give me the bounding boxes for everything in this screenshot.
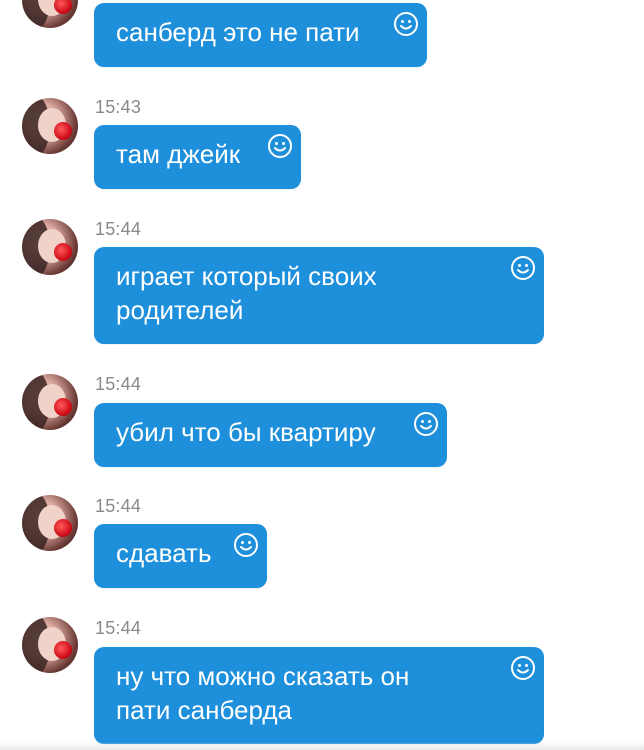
smiley-icon[interactable] xyxy=(510,255,536,281)
message-text: убил что бы квартиру xyxy=(116,417,376,447)
sender-avatar[interactable] xyxy=(22,98,78,154)
message-timestamp: 15:44 xyxy=(95,374,142,394)
message-timestamp: 15:43 xyxy=(95,97,142,117)
sender-avatar[interactable] xyxy=(22,219,78,275)
message-bubble[interactable]: санберд это не пати xyxy=(94,3,427,67)
message-bubble[interactable]: ну что можно сказать он пати санберда xyxy=(94,647,544,744)
message-bubble[interactable]: убил что бы квартиру xyxy=(94,403,447,467)
message-text: ну что можно сказать он пати санберда xyxy=(116,661,410,725)
smiley-icon[interactable] xyxy=(233,532,259,558)
bottom-edge xyxy=(0,742,644,750)
message-timestamp: 15:44 xyxy=(95,496,142,516)
message-bubble[interactable]: сдавать xyxy=(94,524,267,588)
smiley-icon[interactable] xyxy=(267,133,293,159)
message-text: там джейк xyxy=(116,139,241,169)
message-timestamp: 15:44 xyxy=(95,219,142,239)
message-text: сдавать xyxy=(116,538,212,568)
sender-avatar[interactable] xyxy=(22,617,78,673)
sender-avatar[interactable] xyxy=(22,374,78,430)
smiley-icon[interactable] xyxy=(393,11,419,37)
chat-thread[interactable]: санберд это не пати 15:43 там джейк 15:4… xyxy=(0,0,644,750)
message-text: играет который своих родителей xyxy=(116,261,377,325)
message-text: санберд это не пати xyxy=(116,17,360,47)
smiley-icon[interactable] xyxy=(413,411,439,437)
message-timestamp: 15:44 xyxy=(95,618,142,638)
sender-avatar[interactable] xyxy=(22,495,78,551)
message-bubble[interactable]: играет который своих родителей xyxy=(94,247,544,344)
smiley-icon[interactable] xyxy=(510,655,536,681)
message-bubble[interactable]: там джейк xyxy=(94,125,301,189)
sender-avatar[interactable] xyxy=(22,0,78,28)
